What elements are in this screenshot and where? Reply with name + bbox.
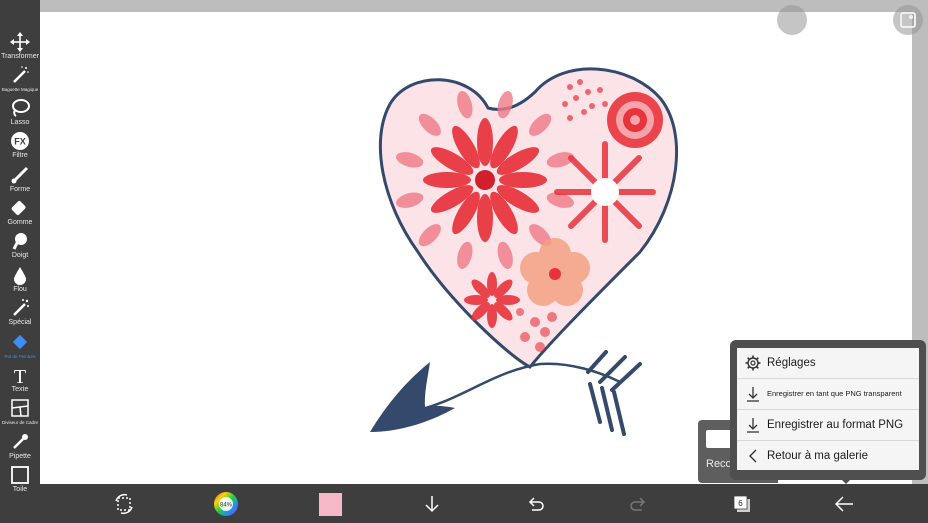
bottom-right-margin [912,484,928,523]
tool-label: Filtre [12,152,28,159]
menu-item-save-png[interactable]: Enregistrer au format PNG [737,409,919,439]
menu-item-back-to-gallery[interactable]: Retour à ma galerie [737,440,919,470]
tool-label: Transformer [1,53,39,60]
arrow-head [370,362,455,432]
brush-size-label: 84% [220,503,233,509]
back-button[interactable] [830,490,858,518]
tool-canvas[interactable]: Toile [0,463,40,496]
color-swatch [318,492,342,516]
menu-item-settings[interactable]: Réglages [737,348,919,378]
menu-pointer [838,476,854,484]
tool-transform[interactable]: Transformer [0,30,40,63]
paint-bucket-icon [12,334,28,350]
layers-button[interactable]: 6 [728,490,756,518]
menu-item-save-transparent-png[interactable]: Enregistrer en tant que PNG transparent [737,378,919,408]
move-arrows-icon [10,32,30,52]
finger-icon [12,233,27,250]
recording-label: Reco [706,458,732,470]
tool-label: Spécial [8,319,32,326]
layers-count: 6 [738,499,743,508]
fullscreen-button[interactable] [777,5,807,35]
menu-item-label: Enregistrer en tant que PNG transparent [767,389,902,398]
eraser-icon [11,201,26,215]
download-button[interactable] [418,490,446,518]
transform-toggle-button[interactable] [110,490,138,518]
tool-filter[interactable]: FX Filtre [0,129,40,162]
svg-text:T: T [14,366,26,385]
drop-icon [14,267,26,285]
text-icon: T [14,366,26,385]
record-icon [706,430,732,448]
canvas-icon [11,466,29,484]
magic-wand-icon [13,66,29,83]
tool-eraser[interactable]: Gomme [0,196,40,229]
tool-magic-wand[interactable]: Baguette Magique [0,63,40,96]
tool-brush[interactable]: Forme [0,163,40,196]
flower-rose [607,92,663,148]
arrow-fletching [586,350,642,436]
layers-icon: 6 [733,495,750,512]
lasso-icon [12,99,30,117]
bottom-toolbar: 84% 6 [40,484,912,523]
tool-label: Lasso [10,119,30,126]
tool-label: Baguette Magique [1,87,39,92]
undo-icon [528,497,544,511]
image-icon [900,12,916,28]
menu-item-label: Enregistrer au format PNG [767,418,904,431]
tool-finger[interactable]: Doigt [0,229,40,262]
tool-paint-bucket[interactable]: Pot de Peinture [0,330,40,363]
gear-icon [741,355,765,371]
undo-button[interactable] [522,490,550,518]
menu-item-label: Réglages [767,357,816,369]
back-arrow-icon [834,496,853,512]
frame-divider-icon [11,399,29,417]
download-icon [741,417,765,433]
download-icon [741,386,765,402]
redo-icon [630,497,646,511]
svg-text:FX: FX [14,137,26,147]
tool-eyedropper[interactable]: Pipette [0,430,40,463]
tool-label: Doigt [11,252,29,259]
tool-frame-divider[interactable]: Diviseur de Cadre [0,396,40,429]
rotate-select-icon [115,493,133,515]
down-arrow-icon [425,496,439,513]
reference-image-button[interactable] [893,5,923,35]
tool-text[interactable]: T Texte [0,363,40,396]
tool-label: Diviseur de Cadre [1,420,38,425]
chevron-left-icon [741,449,765,463]
current-color-swatch[interactable] [316,490,344,518]
tool-special[interactable]: Spécial [0,296,40,329]
tool-label: Flou [13,286,27,293]
save-menu: Réglages Enregistrer en tant que PNG tra… [737,348,919,470]
tool-label: Toile [12,486,28,493]
tool-blur[interactable]: Flou [0,263,40,296]
redo-button[interactable] [624,490,652,518]
tool-label: Texte [11,386,29,393]
tool-label: Pot de Peinture [4,354,36,359]
eyedropper-icon [13,434,28,449]
tool-lasso[interactable]: Lasso [0,96,40,129]
fx-icon: FX [11,132,29,150]
brush-icon [11,166,29,184]
tool-label: Gomme [7,219,33,226]
tool-label: Forme [9,186,31,193]
tool-sidebar: Transformer Baguette Magique Lasso FX Fi… [0,0,40,523]
color-wheel-button[interactable]: 84% [212,490,240,518]
special-brush-icon [13,299,29,316]
color-wheel-icon: 84% [214,492,238,516]
tool-label: Pipette [9,453,31,460]
menu-item-label: Retour à ma galerie [767,449,868,462]
flower-burst [554,141,656,243]
